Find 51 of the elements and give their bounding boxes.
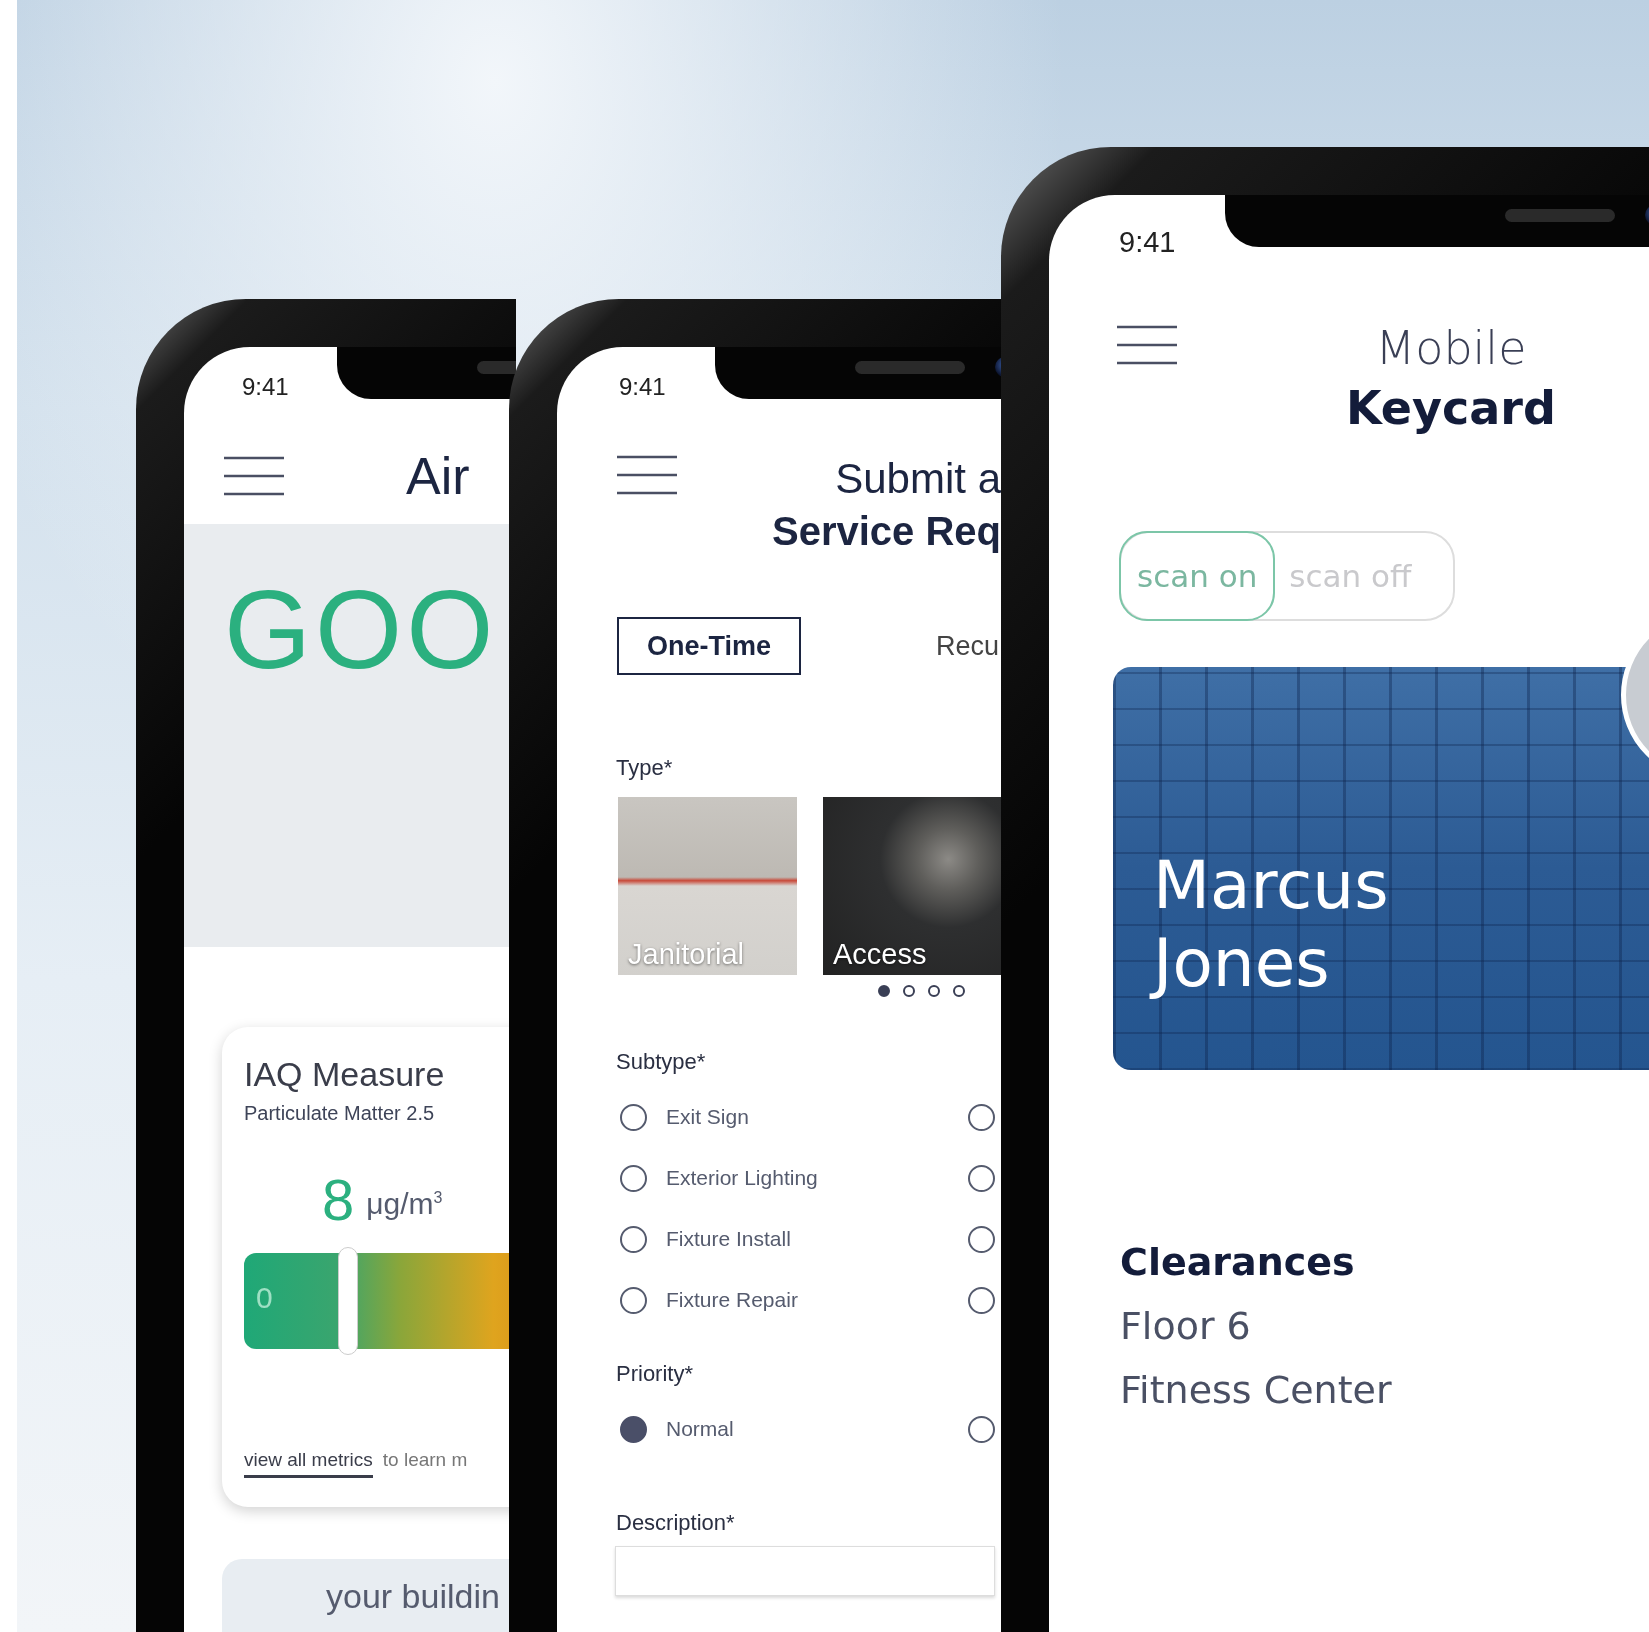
screen-title-bold: Keycard: [1346, 381, 1556, 435]
notice-text: your buildin: [326, 1577, 500, 1616]
tab[interactable]: One-Time: [617, 617, 801, 675]
radio-button[interactable]: [968, 1415, 995, 1443]
description-input-field[interactable]: [615, 1546, 995, 1596]
measure-value: 8: [322, 1171, 355, 1229]
menu-icon[interactable]: [1117, 325, 1177, 365]
field-label: Type*: [615, 755, 674, 781]
radio-button[interactable]: [620, 1415, 647, 1443]
measure-unit: μg/m$^{3}$: [366, 1187, 443, 1222]
radio-label: Fixture Install: [666, 1227, 791, 1251]
clearances-heading: Clearances: [1120, 1240, 1356, 1284]
card-subtitle: Particulate Matter 2.5: [244, 1102, 436, 1125]
menu-icon[interactable]: [224, 455, 284, 496]
radio-button[interactable]: [620, 1164, 647, 1192]
radio-button[interactable]: [620, 1286, 647, 1314]
radio-button[interactable]: [968, 1164, 995, 1192]
screen-title: Air: [406, 445, 470, 506]
radio-label: Exit Sign: [666, 1105, 749, 1129]
air-quality-status: GOO: [224, 567, 498, 692]
gauge-thumb[interactable]: [338, 1247, 358, 1355]
screen-title: Mobile: [1375, 321, 1527, 375]
radio-button[interactable]: [968, 1103, 995, 1131]
clearance-item: Fitness Center: [1120, 1368, 1393, 1412]
field-label: Priority*: [615, 1361, 694, 1387]
radio-button[interactable]: [968, 1225, 995, 1253]
type-photo-tile[interactable]: Access: [823, 797, 1001, 975]
field-label: Subtype*: [615, 1049, 707, 1075]
pager-dot[interactable]: [903, 985, 915, 997]
radio-label: Fixture Repair: [666, 1288, 798, 1312]
tab[interactable]: Recu: [933, 617, 1001, 675]
screen-title: Submit a: [835, 455, 1001, 503]
field-label: Description*: [615, 1510, 736, 1536]
screen-title-bold: Service Req: [771, 509, 1001, 554]
card-title: IAQ Measure: [244, 1055, 446, 1094]
radio-label: Normal: [666, 1417, 734, 1441]
radio-label: Exterior Lighting: [666, 1166, 818, 1190]
pager-dot[interactable]: [928, 985, 940, 997]
radio-button[interactable]: [620, 1103, 647, 1131]
pager-dot[interactable]: [953, 985, 965, 997]
status-time: 9:41: [1119, 225, 1176, 259]
radio-button[interactable]: [968, 1286, 995, 1314]
view-metrics-link[interactable]: view all metrics: [244, 1449, 373, 1478]
gauge-min-label: 0: [256, 1281, 273, 1315]
menu-icon[interactable]: [617, 455, 677, 495]
link-hint: to learn m: [382, 1449, 468, 1471]
clearance-item: Floor 6: [1120, 1304, 1252, 1348]
status-time: 9:41: [619, 373, 666, 401]
pager-dot[interactable]: [878, 985, 890, 997]
radio-button[interactable]: [620, 1225, 647, 1253]
status-time: 9:41: [242, 373, 289, 401]
